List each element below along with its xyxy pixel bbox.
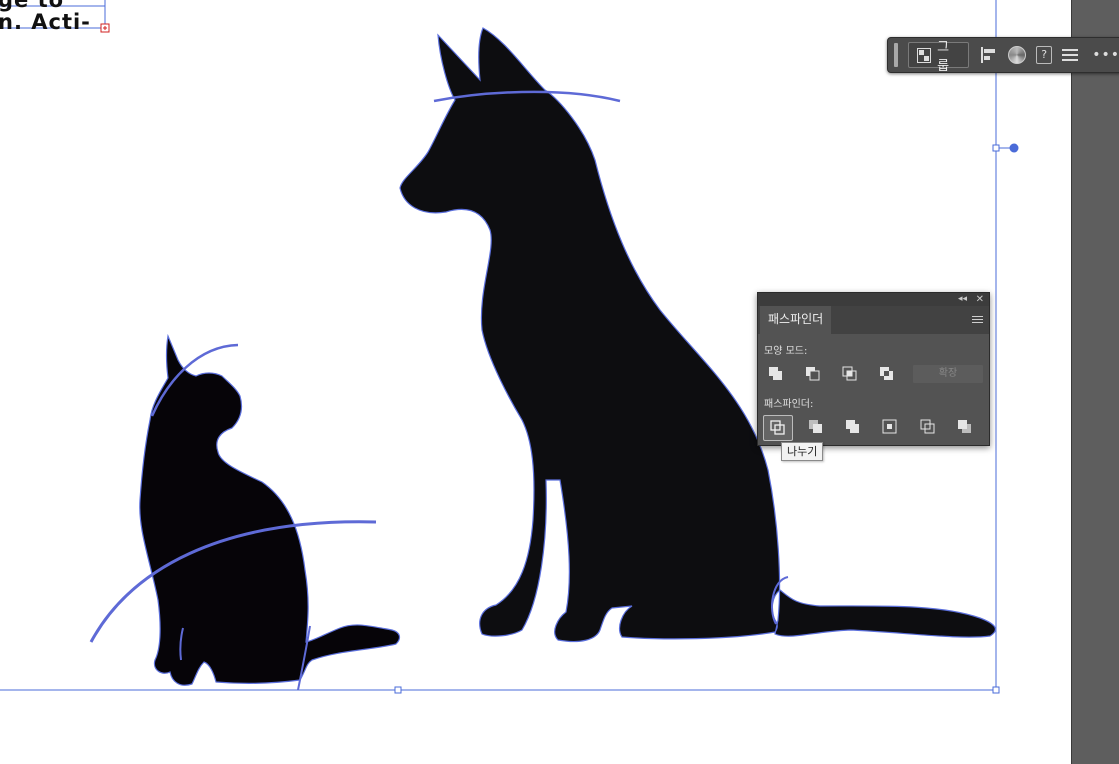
bounding-handle-bottom-right[interactable] — [992, 686, 1000, 694]
group-icon — [916, 47, 932, 63]
merge-icon — [846, 420, 859, 433]
outline-icon — [920, 419, 935, 434]
tab-pathfinder[interactable]: 패스파인더 — [760, 306, 832, 334]
intersect-icon — [842, 366, 857, 381]
menu-icon[interactable] — [1062, 49, 1079, 61]
collapse-icon[interactable]: ◂◂ — [958, 293, 967, 306]
trim-icon — [809, 420, 822, 433]
unite-button[interactable] — [763, 363, 789, 385]
control-bar: 그룹 ? ••• — [887, 37, 1119, 74]
crop-button[interactable] — [877, 416, 903, 438]
group-button-label: 그룹 — [937, 40, 950, 74]
close-icon[interactable]: ✕ — [976, 293, 984, 306]
bounding-handle-right-middle[interactable] — [992, 144, 1000, 152]
expand-button[interactable]: 확장 — [913, 365, 983, 383]
panel-titlebar[interactable]: ◂◂ ✕ — [758, 293, 989, 306]
divide-button[interactable] — [763, 415, 793, 441]
outline-button[interactable] — [915, 416, 941, 438]
minus-front-icon — [806, 367, 820, 381]
divide-icon — [770, 420, 785, 435]
help-icon[interactable]: ? — [1036, 46, 1053, 64]
pathfinder-panel: ◂◂ ✕ 패스파인더 모양 모드: 확장 패스파인더: — [757, 292, 990, 446]
cat-silhouette[interactable] — [139, 333, 401, 686]
panel-tab-row: 패스파인더 — [758, 306, 989, 334]
grip-icon[interactable] — [894, 43, 898, 67]
unite-icon — [769, 367, 782, 380]
recolor-icon[interactable] — [1008, 46, 1027, 64]
bounding-handle-bottom-center[interactable] — [394, 686, 402, 694]
exclude-button[interactable] — [874, 363, 900, 385]
intersect-button[interactable] — [837, 363, 863, 385]
crop-icon — [882, 419, 897, 434]
shape-modes-label: 모양 모드: — [764, 346, 808, 357]
exclude-icon — [880, 367, 893, 380]
merge-button[interactable] — [840, 416, 866, 438]
rotate-handle[interactable] — [1009, 143, 1019, 153]
align-icon[interactable] — [980, 47, 995, 63]
right-side-dock — [1071, 0, 1119, 764]
group-button[interactable]: 그룹 — [907, 40, 969, 74]
trim-button[interactable] — [803, 416, 829, 438]
minus-back-icon — [958, 420, 971, 433]
divide-tooltip: 나누기 — [781, 442, 824, 461]
artboard-text-line-2[interactable]: n. Acti- — [0, 10, 91, 34]
minus-back-button[interactable] — [952, 416, 978, 438]
panel-menu-icon[interactable] — [972, 316, 983, 324]
minus-front-button[interactable] — [800, 363, 826, 385]
pathfinders-label: 패스파인더: — [764, 399, 814, 410]
more-icon[interactable]: ••• — [1092, 47, 1119, 63]
